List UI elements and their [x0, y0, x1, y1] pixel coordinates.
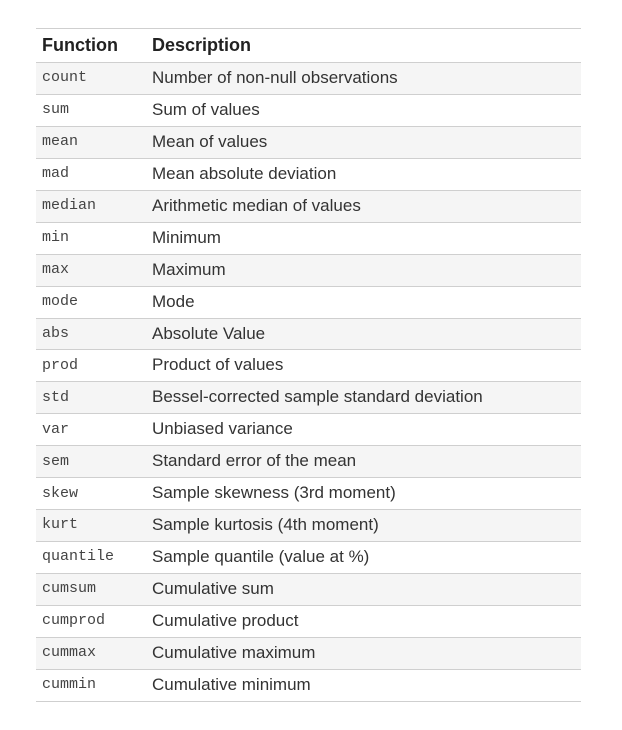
table-row: cummaxCumulative maximum — [36, 637, 581, 669]
fn-name: sum — [36, 94, 146, 126]
fn-desc: Maximum — [146, 254, 581, 286]
fn-name: abs — [36, 318, 146, 350]
fn-name: std — [36, 382, 146, 414]
fn-name: max — [36, 254, 146, 286]
table-row: kurtSample kurtosis (4th moment) — [36, 510, 581, 542]
header-description: Description — [146, 29, 581, 63]
table-row: modeMode — [36, 286, 581, 318]
fn-desc: Mean absolute deviation — [146, 158, 581, 190]
table-row: varUnbiased variance — [36, 414, 581, 446]
fn-name: cumprod — [36, 605, 146, 637]
fn-desc: Mode — [146, 286, 581, 318]
fn-name: count — [36, 63, 146, 95]
function-table: Function Description countNumber of non-… — [36, 28, 581, 702]
fn-desc: Standard error of the mean — [146, 446, 581, 478]
fn-desc: Sample skewness (3rd moment) — [146, 478, 581, 510]
fn-name: mean — [36, 126, 146, 158]
fn-name: cumsum — [36, 574, 146, 606]
table-row: prodProduct of values — [36, 350, 581, 382]
fn-desc: Bessel-corrected sample standard deviati… — [146, 382, 581, 414]
fn-desc: Cumulative product — [146, 605, 581, 637]
fn-name: var — [36, 414, 146, 446]
fn-desc: Product of values — [146, 350, 581, 382]
table-row: countNumber of non-null observations — [36, 63, 581, 95]
fn-name: min — [36, 222, 146, 254]
fn-name: kurt — [36, 510, 146, 542]
fn-name: median — [36, 190, 146, 222]
fn-desc: Absolute Value — [146, 318, 581, 350]
fn-desc: Arithmetic median of values — [146, 190, 581, 222]
table-row: madMean absolute deviation — [36, 158, 581, 190]
fn-name: quantile — [36, 542, 146, 574]
table-row: minMinimum — [36, 222, 581, 254]
table-row: cumsumCumulative sum — [36, 574, 581, 606]
table-row: medianArithmetic median of values — [36, 190, 581, 222]
fn-name: skew — [36, 478, 146, 510]
fn-desc: Sample quantile (value at %) — [146, 542, 581, 574]
fn-desc: Sum of values — [146, 94, 581, 126]
fn-desc: Cumulative minimum — [146, 669, 581, 701]
table-header-row: Function Description — [36, 29, 581, 63]
fn-desc: Unbiased variance — [146, 414, 581, 446]
fn-desc: Sample kurtosis (4th moment) — [146, 510, 581, 542]
fn-name: sem — [36, 446, 146, 478]
fn-desc: Number of non-null observations — [146, 63, 581, 95]
table-row: absAbsolute Value — [36, 318, 581, 350]
fn-desc: Minimum — [146, 222, 581, 254]
table-row: quantileSample quantile (value at %) — [36, 542, 581, 574]
fn-name: cummax — [36, 637, 146, 669]
header-function: Function — [36, 29, 146, 63]
fn-desc: Mean of values — [146, 126, 581, 158]
table-row: maxMaximum — [36, 254, 581, 286]
table-row: sumSum of values — [36, 94, 581, 126]
fn-name: prod — [36, 350, 146, 382]
table-row: cumminCumulative minimum — [36, 669, 581, 701]
fn-name: mode — [36, 286, 146, 318]
fn-name: mad — [36, 158, 146, 190]
fn-desc: Cumulative maximum — [146, 637, 581, 669]
table-row: semStandard error of the mean — [36, 446, 581, 478]
table-row: stdBessel-corrected sample standard devi… — [36, 382, 581, 414]
table-row: meanMean of values — [36, 126, 581, 158]
fn-desc: Cumulative sum — [146, 574, 581, 606]
table-row: cumprodCumulative product — [36, 605, 581, 637]
table-row: skewSample skewness (3rd moment) — [36, 478, 581, 510]
fn-name: cummin — [36, 669, 146, 701]
